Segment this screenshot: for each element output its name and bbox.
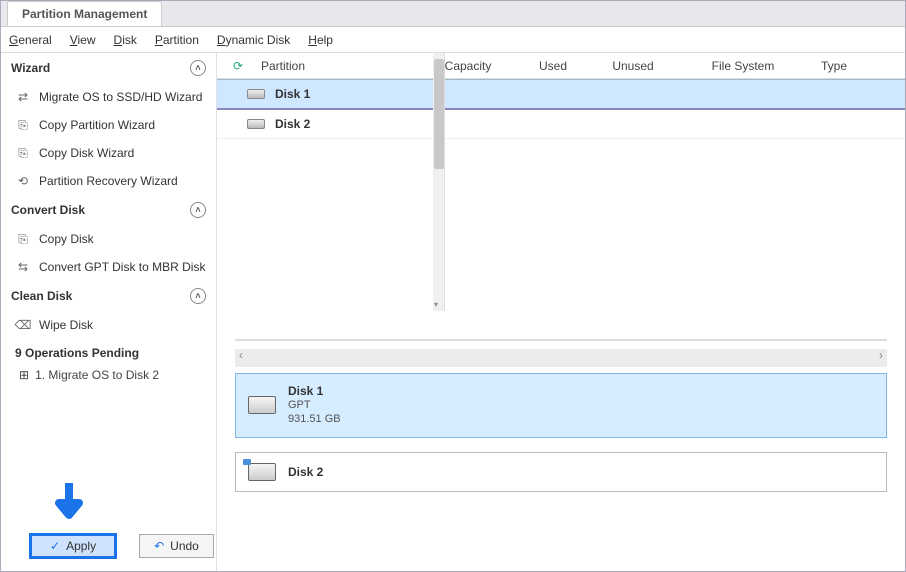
migrate-icon: ⇄ bbox=[15, 89, 31, 105]
disk-panel[interactable]: Disk 2 bbox=[235, 452, 887, 492]
copy-disk-icon: ⎘ bbox=[15, 231, 31, 247]
disk-name: Disk 2 bbox=[275, 117, 310, 131]
pending-item[interactable]: ⊞1. Migrate OS to Disk 2 bbox=[1, 364, 216, 386]
disk-panel-name: Disk 1 bbox=[288, 384, 341, 398]
divider bbox=[235, 339, 887, 341]
sidebar-item-wipe-disk[interactable]: ⌫Wipe Disk bbox=[1, 311, 216, 339]
copy-partition-icon: ⎘ bbox=[15, 117, 31, 133]
col-used[interactable]: Used bbox=[513, 59, 593, 73]
menu-disk[interactable]: Disk bbox=[114, 33, 137, 47]
menu-dynamic-disk[interactable]: Dynamic Disk bbox=[217, 33, 290, 47]
chevron-up-icon[interactable]: ˄ bbox=[190, 60, 206, 76]
table-row[interactable]: Disk 2 bbox=[217, 110, 905, 139]
disk-panel-name: Disk 2 bbox=[288, 465, 323, 479]
disk-icon bbox=[247, 119, 265, 129]
check-icon: ✓ bbox=[50, 539, 60, 553]
section-convert-title: Convert Disk bbox=[11, 203, 85, 217]
col-type[interactable]: Type bbox=[813, 59, 905, 73]
sidebar-item-copy-partition[interactable]: ⎘Copy Partition Wizard bbox=[1, 111, 216, 139]
sidebar-item-copy-disk[interactable]: ⎘Copy Disk bbox=[1, 225, 216, 253]
grid-body: Disk 1 Disk 2 bbox=[217, 79, 905, 339]
sidebar-item-copy-disk-wizard[interactable]: ⎘Copy Disk Wizard bbox=[1, 139, 216, 167]
menu-partition[interactable]: Partition bbox=[155, 33, 199, 47]
undo-icon: ↶ bbox=[154, 539, 164, 553]
menubar: General View Disk Partition Dynamic Disk… bbox=[1, 27, 905, 53]
disk-panel-size: 931.51 GB bbox=[288, 412, 341, 426]
col-file-system[interactable]: File System bbox=[673, 59, 813, 73]
disk-icon bbox=[247, 89, 265, 99]
scrollbar-thumb[interactable] bbox=[434, 59, 444, 169]
col-partition[interactable]: Partition bbox=[253, 59, 423, 73]
chevron-up-icon[interactable]: ˄ bbox=[190, 202, 206, 218]
copy-disk-icon: ⎘ bbox=[15, 145, 31, 161]
disk-panel[interactable]: Disk 1 GPT 931.51 GB bbox=[235, 373, 887, 438]
section-wizard[interactable]: Wizard ˄ bbox=[1, 53, 216, 83]
chevron-up-icon[interactable]: ˄ bbox=[190, 288, 206, 304]
plus-icon: ⊞ bbox=[19, 368, 29, 382]
convert-icon: ⇆ bbox=[15, 259, 31, 275]
menu-help[interactable]: Help bbox=[308, 33, 333, 47]
sidebar-item-recovery[interactable]: ⟲Partition Recovery Wizard bbox=[1, 167, 216, 195]
section-convert[interactable]: Convert Disk ˄ bbox=[1, 195, 216, 225]
usb-disk-icon bbox=[248, 463, 276, 481]
undo-button[interactable]: ↶ Undo bbox=[139, 534, 214, 558]
grid-header: ⟳ Partition Capacity Used Unused File Sy… bbox=[217, 53, 905, 79]
disk-name: Disk 1 bbox=[275, 87, 310, 101]
chevron-down-icon[interactable]: ▾ bbox=[434, 300, 438, 309]
sidebar-scrollbar[interactable]: ▾ bbox=[433, 53, 445, 311]
table-row[interactable]: Disk 1 bbox=[217, 79, 905, 110]
section-clean[interactable]: Clean Disk ˄ bbox=[1, 281, 216, 311]
disk-icon bbox=[248, 396, 276, 414]
section-wizard-title: Wizard bbox=[11, 61, 50, 75]
sidebar-item-migrate-os[interactable]: ⇄Migrate OS to SSD/HD Wizard bbox=[1, 83, 216, 111]
apply-button[interactable]: ✓ Apply bbox=[29, 533, 117, 559]
recovery-icon: ⟲ bbox=[15, 173, 31, 189]
disk-panel-scheme: GPT bbox=[288, 398, 341, 412]
refresh-icon[interactable]: ⟳ bbox=[233, 59, 253, 73]
section-clean-title: Clean Disk bbox=[11, 289, 72, 303]
sidebar-item-convert-gpt[interactable]: ⇆Convert GPT Disk to MBR Disk bbox=[1, 253, 216, 281]
menu-general[interactable]: General bbox=[9, 33, 52, 47]
tab-partition-management[interactable]: Partition Management bbox=[7, 1, 162, 26]
sidebar: Wizard ˄ ⇄Migrate OS to SSD/HD Wizard ⎘C… bbox=[1, 53, 217, 571]
col-unused[interactable]: Unused bbox=[593, 59, 673, 73]
arrow-cue-icon bbox=[55, 481, 83, 527]
pending-operations-title: 9 Operations Pending bbox=[1, 339, 216, 364]
horizontal-scrollbar[interactable] bbox=[235, 349, 887, 367]
menu-view[interactable]: View bbox=[70, 33, 96, 47]
eraser-icon: ⌫ bbox=[15, 317, 31, 333]
